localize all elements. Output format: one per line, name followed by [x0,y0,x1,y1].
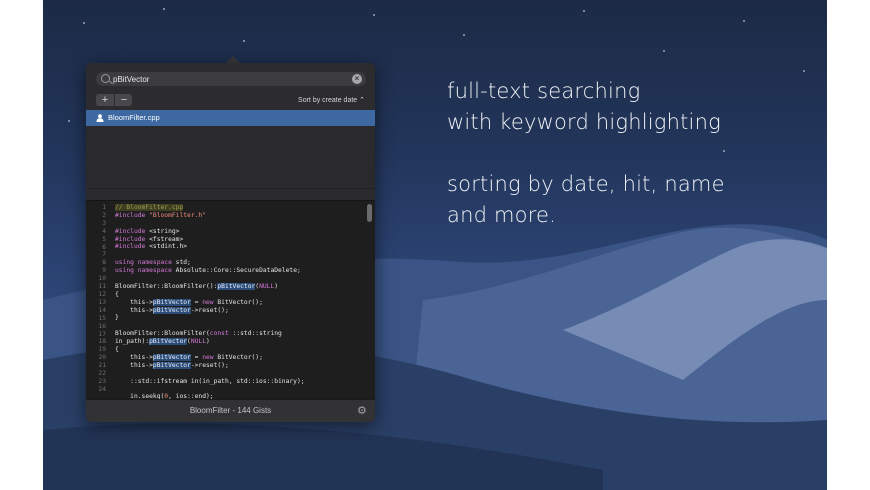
code-line: BloomFilter::BloomFilter(const ::std::st… [115,330,282,338]
line-number: 1 [102,204,106,211]
clear-icon[interactable]: × [352,74,362,84]
caption-line: and more. [447,203,557,227]
code-line: // BloomFilter.cpp [115,204,184,211]
code-line: in_path):pBitVector(NULL) [115,338,210,346]
line-number: 12 [98,290,106,298]
line-number: 10 [98,275,106,283]
gear-icon[interactable]: ⚙ [357,406,367,417]
code-line: } [115,314,119,322]
code-line: using namespace std; [115,259,191,267]
line-number: 16 [98,322,106,330]
code-line: #include "BloomFilter.h" [115,211,207,219]
code-line: { [115,290,119,298]
code-line: this->pBitVector = new BitVector(); [115,353,263,361]
line-number: 17 [98,330,106,338]
code-line: this->pBitVector = new BitVector(); [115,298,263,306]
code-line: this->pBitVector->reset(); [115,361,229,369]
list-item[interactable]: BloomFilter.cpp [86,110,375,126]
code-text[interactable]: // BloomFilter.cpp #include "BloomFilter.… [115,204,361,400]
line-number: 20 [98,354,106,362]
code-line: #include <stdint.h> [115,243,188,251]
code-line: { [115,346,119,354]
popover-arrow [226,56,240,63]
line-number: 21 [98,362,106,370]
divider [86,188,375,189]
line-number: 4 [102,227,106,235]
code-line: BloomFilter::BloomFilter():pBitVector(NU… [115,282,279,290]
line-number: 9 [102,267,106,275]
line-number: 6 [102,243,106,251]
add-remove-segmented-control: + − [96,94,132,106]
code-line: #include <string> [115,227,180,235]
line-number: 19 [98,346,106,354]
list-item-label: BloomFilter.cpp [108,113,160,122]
feature-caption: full-text searching with keyword highlig… [447,76,725,231]
line-number: 2 [102,211,106,219]
code-line: ::std::ifstream in(in_path, std::ios::bi… [115,377,305,385]
caption-line: sorting by date, hit, name [447,172,725,196]
line-number: 15 [98,314,106,322]
caption-line: full-text searching [447,79,641,103]
line-number: 5 [102,235,106,243]
add-button[interactable]: + [96,94,114,106]
line-number: 18 [98,338,106,346]
line-number: 24 [98,385,106,393]
line-number: 3 [102,219,106,227]
code-line: using namespace Absolute::Core::SecureDa… [115,267,301,275]
status-bar: BloomFilter - 144 Gists ⚙ [86,399,375,422]
remove-button[interactable]: − [114,94,133,106]
line-number: 11 [98,283,106,291]
line-number: 8 [102,259,106,267]
line-number: 23 [98,377,106,385]
scrollbar-thumb[interactable] [367,204,372,222]
caption-line: with keyword highlighting [447,110,721,134]
gist-count-status: BloomFilter - 144 Gists [189,406,272,415]
line-number: 13 [98,298,106,306]
search-field[interactable]: × [96,72,366,86]
line-number-gutter: 1 2 3 4 5 6 7 8 9 10 11 12 13 14 15 16 17 18 19 20 21 22 23 24 [86,204,106,394]
line-number: 14 [98,306,106,314]
code-line: #include <fstream> [115,235,184,243]
search-icon [101,74,110,83]
gist-popover: × + − Sort by create date ⌃ BloomFilter.… [86,63,375,422]
code-preview[interactable]: 1 2 3 4 5 6 7 8 9 10 11 12 13 14 15 16 17 18 19 20 21 22 23 24 … [86,200,375,400]
line-number: 7 [102,251,106,259]
line-number: 22 [98,370,106,378]
sort-dropdown[interactable]: Sort by create date ⌃ [298,96,365,104]
code-line: this->pBitVector->reset(); [115,306,229,314]
gist-list: BloomFilter.cpp [86,110,375,200]
search-input[interactable] [113,72,343,86]
user-icon [96,114,104,122]
